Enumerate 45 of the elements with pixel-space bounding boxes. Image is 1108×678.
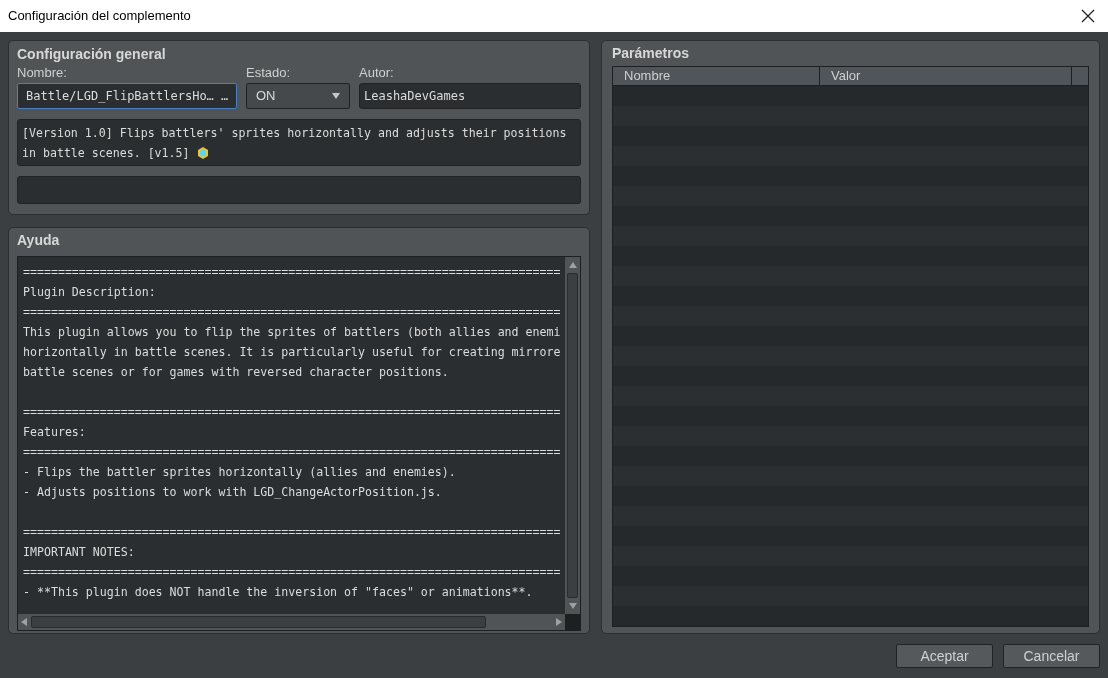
window-title: Configuración del complemento bbox=[8, 7, 191, 26]
caret-icon bbox=[332, 93, 340, 99]
help-line: ============================================================================= bbox=[23, 264, 562, 281]
scroll-down-icon[interactable] bbox=[568, 603, 577, 609]
column-header[interactable]: Nombre bbox=[613, 67, 820, 85]
help-line: ============================================================================= bbox=[23, 564, 562, 581]
vertical-scrollbar[interactable] bbox=[565, 257, 580, 614]
panel-title: Parámetros bbox=[612, 44, 691, 62]
column-header[interactable]: Valor bbox=[820, 67, 1072, 85]
dialog-button[interactable]: Cancelar bbox=[1003, 644, 1100, 668]
parameters-table[interactable]: Nombre Valor bbox=[612, 66, 1089, 627]
help-line: Features: bbox=[23, 424, 87, 441]
help-line: - Flips the battler sprites horizontally (allies and enemies). bbox=[23, 464, 457, 481]
help-line: ============================================================================= bbox=[23, 304, 562, 321]
scrollbar-corner bbox=[565, 614, 580, 630]
close-icon[interactable] bbox=[1080, 8, 1096, 24]
help-line: ============================================================================= bbox=[23, 444, 562, 461]
panel-title: Configuración general bbox=[17, 45, 167, 63]
scroll-up-icon[interactable] bbox=[568, 262, 577, 268]
field-label: Estado: bbox=[246, 65, 292, 81]
gem-icon bbox=[197, 147, 208, 159]
scroll-thumb[interactable] bbox=[567, 273, 578, 598]
help-line: - Adjusts positions to work with LGD_ChangeActorPosition.js. bbox=[23, 484, 443, 501]
help-line: Plugin Description: bbox=[23, 284, 157, 301]
help-line: battle scenes or for games with reversed character positions. bbox=[23, 364, 450, 381]
empty-field[interactable] bbox=[17, 176, 581, 204]
help-line: horizontally in battle scenes. It is particularly useful for creating mirrore bbox=[23, 344, 562, 361]
field-label: Nombre: bbox=[17, 65, 68, 81]
author-field[interactable]: LeashaDevGames bbox=[359, 83, 581, 109]
help-line: This plugin allows you to flip the sprites of battlers (both allies and enemi bbox=[23, 324, 562, 341]
name-field[interactable]: Battle/LGD_FlipBattlersHo… … bbox=[17, 83, 237, 109]
description-text: [Version 1.0] Flips battlers' sprites horizontally and adjusts their positions in battle scenes. [v1.5] bbox=[22, 125, 568, 162]
scroll-thumb[interactable] bbox=[31, 616, 486, 628]
status-dropdown[interactable]: ON bbox=[246, 83, 350, 109]
description-field[interactable]: [Version 1.0] Flips battlers' sprites horizontally and adjusts their positions in battle scenes. [v1.5] bbox=[17, 119, 581, 166]
field-label: Autor: bbox=[359, 65, 395, 81]
scroll-left-icon[interactable] bbox=[21, 618, 27, 626]
help-line: ============================================================================= bbox=[23, 404, 562, 421]
horizontal-scrollbar[interactable] bbox=[18, 614, 565, 630]
scroll-right-icon[interactable] bbox=[556, 618, 562, 626]
dialog-button[interactable]: Aceptar bbox=[896, 644, 993, 668]
help-line: ============================================================================= bbox=[23, 524, 562, 541]
panel-title: Ayuda bbox=[17, 231, 61, 249]
help-line: - **This plugin does NOT handle the inversion of "faces" or animations**. bbox=[23, 584, 534, 601]
help-line: IMPORTANT NOTES: bbox=[23, 544, 136, 561]
